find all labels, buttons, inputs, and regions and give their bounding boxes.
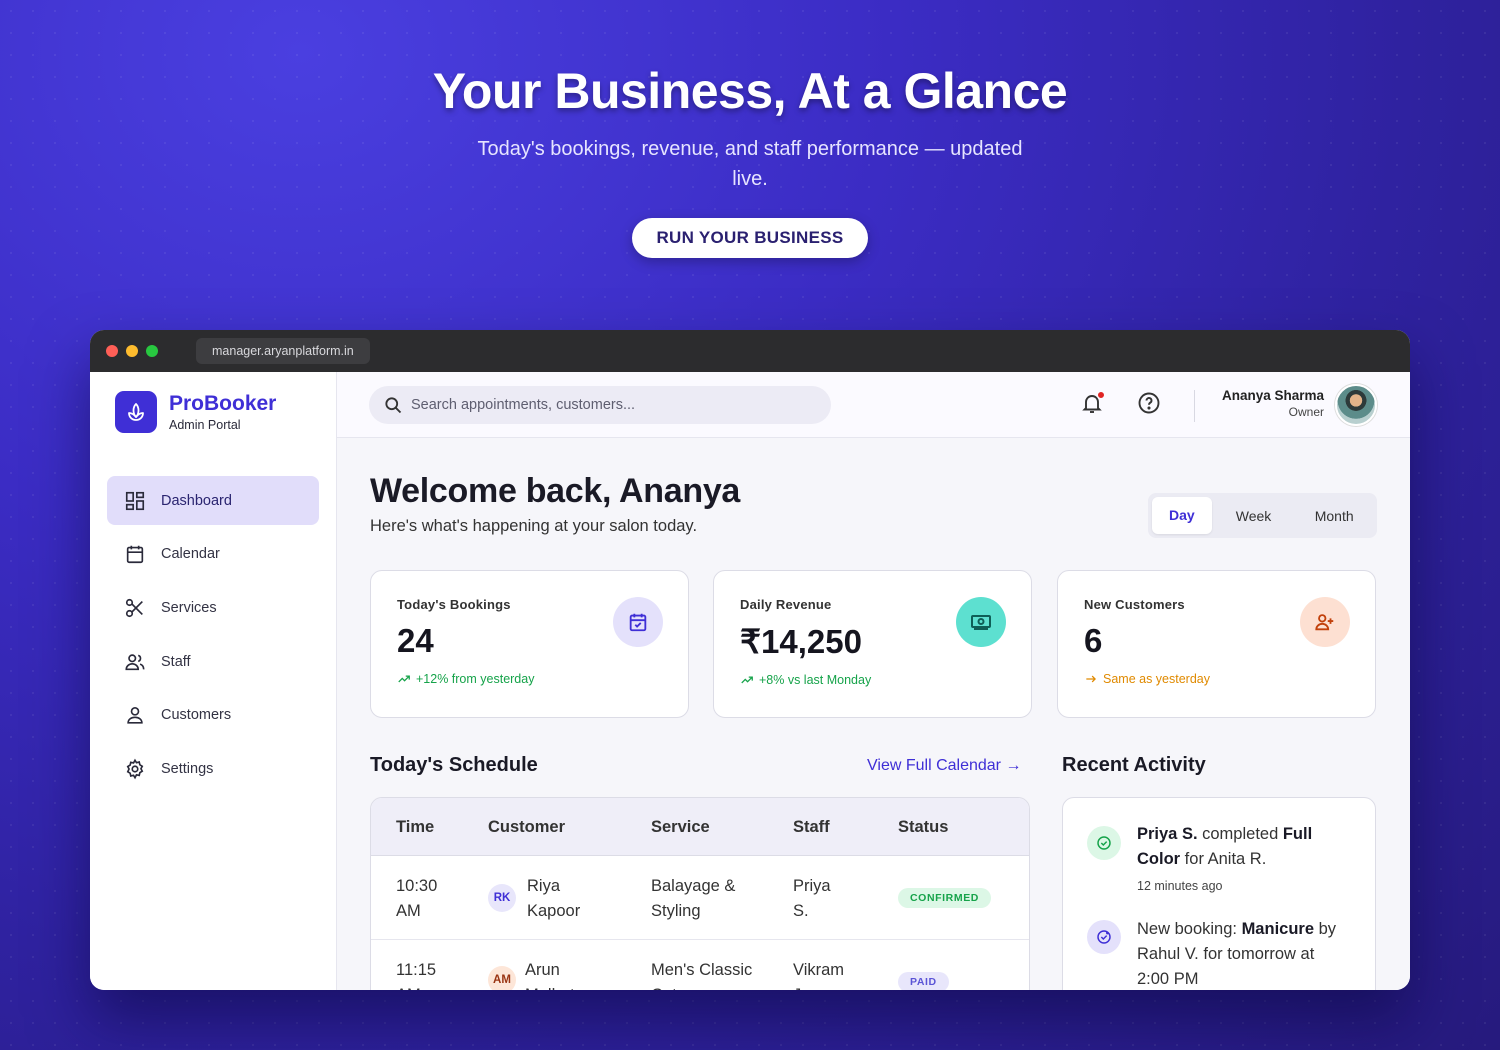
- customer-initials: RK: [488, 884, 516, 912]
- help-button[interactable]: [1137, 391, 1163, 417]
- hero-title: Your Business, At a Glance: [432, 63, 1068, 119]
- schedule-title: Today's Schedule: [370, 754, 538, 776]
- activity-actor: Priya S.: [1137, 825, 1198, 843]
- hero-subtitle: Today's bookings, revenue, and staff per…: [477, 138, 1023, 190]
- view-full-calendar-link[interactable]: View Full Calendar →: [867, 757, 1021, 775]
- notification-badge: [1097, 391, 1105, 399]
- brand-subtitle: Admin Portal: [169, 418, 241, 432]
- cell-customer: Riya Kapoor: [527, 877, 581, 920]
- status-badge: PAID: [898, 972, 949, 990]
- activity-item[interactable]: New booking: Manicure by Rahul V. for to…: [1137, 917, 1342, 990]
- activity-item[interactable]: Priya S. completed Full Color for Anita …: [1137, 822, 1342, 899]
- scissors-icon: [125, 598, 143, 617]
- sidebar-item-label: Customers: [161, 707, 232, 724]
- calendar-add-icon: [1087, 920, 1121, 954]
- table-row[interactable]: 10:30 AM RK Riya Kapoor Balayage & Styli…: [371, 856, 1029, 940]
- notifications-button[interactable]: [1080, 391, 1106, 417]
- sidebar-item-label: Settings: [161, 760, 214, 777]
- hero: Your Business, At a Glance Today's booki…: [0, 62, 1500, 258]
- sidebar-item-label: Services: [161, 599, 217, 616]
- url-bar[interactable]: manager.aryanplatform.in: [196, 338, 370, 364]
- table-row[interactable]: 11:15 AM AM Arun Malhotra Men's Classic …: [371, 940, 1029, 990]
- help-icon: [1138, 392, 1160, 414]
- user-icon: [127, 707, 143, 724]
- cash-icon: [956, 597, 1006, 647]
- column-header[interactable]: Service: [651, 818, 710, 837]
- sidebar-item-label: Dashboard: [161, 492, 232, 509]
- lotus-logo-icon: [115, 391, 157, 433]
- sidebar-item-settings[interactable]: Settings: [107, 744, 319, 793]
- check-circle-icon: [1087, 826, 1121, 860]
- activity-time: 12 minutes ago: [1137, 879, 1223, 893]
- divider: [1194, 390, 1195, 422]
- cell-staff: Priya S.: [793, 877, 831, 920]
- topbar: Ananya Sharma Owner: [337, 372, 1410, 438]
- search-box[interactable]: [369, 386, 831, 424]
- search-input[interactable]: [411, 397, 811, 413]
- column-header[interactable]: Time: [396, 818, 434, 837]
- cell-service: Balayage & Styling: [651, 877, 736, 920]
- cell-customer: Arun Malhotra: [525, 961, 589, 990]
- user-plus-icon: [1300, 597, 1350, 647]
- sidebar-item-calendar[interactable]: Calendar: [107, 530, 319, 579]
- sidebar-item-dashboard[interactable]: Dashboard: [107, 476, 319, 525]
- stat-card-revenue[interactable]: Daily Revenue ₹14,250 +8% vs last Monday: [713, 570, 1032, 718]
- stat-trend: Same as yesterday: [1084, 672, 1375, 686]
- search-icon: [385, 397, 402, 414]
- user-name: Ananya Sharma: [1221, 388, 1324, 403]
- page-title: Welcome back, Ananya: [370, 472, 741, 510]
- welcome-header: Welcome back, Ananya Here's what's happe…: [370, 472, 740, 536]
- calendar-icon: [126, 545, 144, 564]
- sidebar-item-customers[interactable]: Customers: [107, 691, 319, 740]
- range-week-button[interactable]: Week: [1212, 508, 1296, 524]
- stat-trend: +12% from yesterday: [397, 672, 688, 686]
- activity-object: Manicure: [1241, 920, 1314, 938]
- sidebar-item-label: Calendar: [161, 546, 220, 563]
- maximize-window-dot[interactable]: [146, 345, 158, 357]
- status-badge: CONFIRMED: [898, 888, 991, 908]
- stat-card-customers[interactable]: New Customers 6 Same as yesterday: [1057, 570, 1376, 718]
- column-header[interactable]: Staff: [793, 818, 830, 837]
- main-content: Ananya Sharma Owner Welcome back, Ananya…: [337, 372, 1410, 990]
- staff-icon: [125, 653, 145, 670]
- trend-up-icon: [398, 675, 410, 683]
- calendar-check-icon: [613, 597, 663, 647]
- user-role: Owner: [1288, 405, 1324, 419]
- run-business-button[interactable]: RUN YOUR BUSINESS: [632, 218, 868, 258]
- column-header[interactable]: Status: [898, 818, 948, 837]
- page-subtitle: Here's what's happening at your salon to…: [370, 517, 698, 535]
- close-window-dot[interactable]: [106, 345, 118, 357]
- avatar[interactable]: [1335, 384, 1377, 426]
- cell-time: 11:15 AM: [396, 961, 437, 990]
- browser-window: manager.aryanplatform.in ProBooker Admin…: [90, 330, 1410, 990]
- stat-card-bookings[interactable]: Today's Bookings 24 +12% from yesterday: [370, 570, 689, 718]
- brand[interactable]: ProBooker Admin Portal: [90, 372, 336, 433]
- trend-up-icon: [741, 676, 753, 684]
- range-toggle: Day Week Month: [1148, 493, 1377, 538]
- range-day-button[interactable]: Day: [1152, 497, 1212, 534]
- cell-service: Men's Classic Cut: [651, 961, 753, 990]
- browser-titlebar: manager.aryanplatform.in: [90, 330, 1410, 372]
- brand-name: ProBooker: [169, 392, 277, 415]
- sidebar-item-staff[interactable]: Staff: [107, 637, 319, 686]
- cell-staff: Vikram J.: [793, 961, 845, 990]
- schedule-table: Time Customer Service Staff Status 10:30…: [370, 797, 1030, 990]
- table-header: Time Customer Service Staff Status: [371, 798, 1029, 856]
- activity-title: Recent Activity: [1062, 754, 1206, 776]
- user-info[interactable]: Ananya Sharma Owner: [1222, 388, 1324, 419]
- sidebar: ProBooker Admin Portal Dashboard Calenda…: [90, 372, 337, 990]
- gear-icon: [126, 758, 144, 780]
- dashboard-icon: [125, 491, 145, 510]
- sidebar-nav: Dashboard Calendar Services Staff Custom…: [90, 476, 336, 793]
- range-month-button[interactable]: Month: [1295, 508, 1373, 524]
- column-header[interactable]: Customer: [488, 818, 565, 837]
- arrow-right-icon: [1086, 675, 1096, 683]
- minimize-window-dot[interactable]: [126, 345, 138, 357]
- activity-feed: Priya S. completed Full Color for Anita …: [1062, 797, 1376, 990]
- sidebar-item-label: Staff: [161, 653, 191, 670]
- customer-initials: AM: [488, 966, 516, 990]
- sidebar-item-services[interactable]: Services: [107, 583, 319, 632]
- cell-time: 10:30 AM: [396, 877, 438, 920]
- stat-trend: +8% vs last Monday: [740, 673, 1031, 687]
